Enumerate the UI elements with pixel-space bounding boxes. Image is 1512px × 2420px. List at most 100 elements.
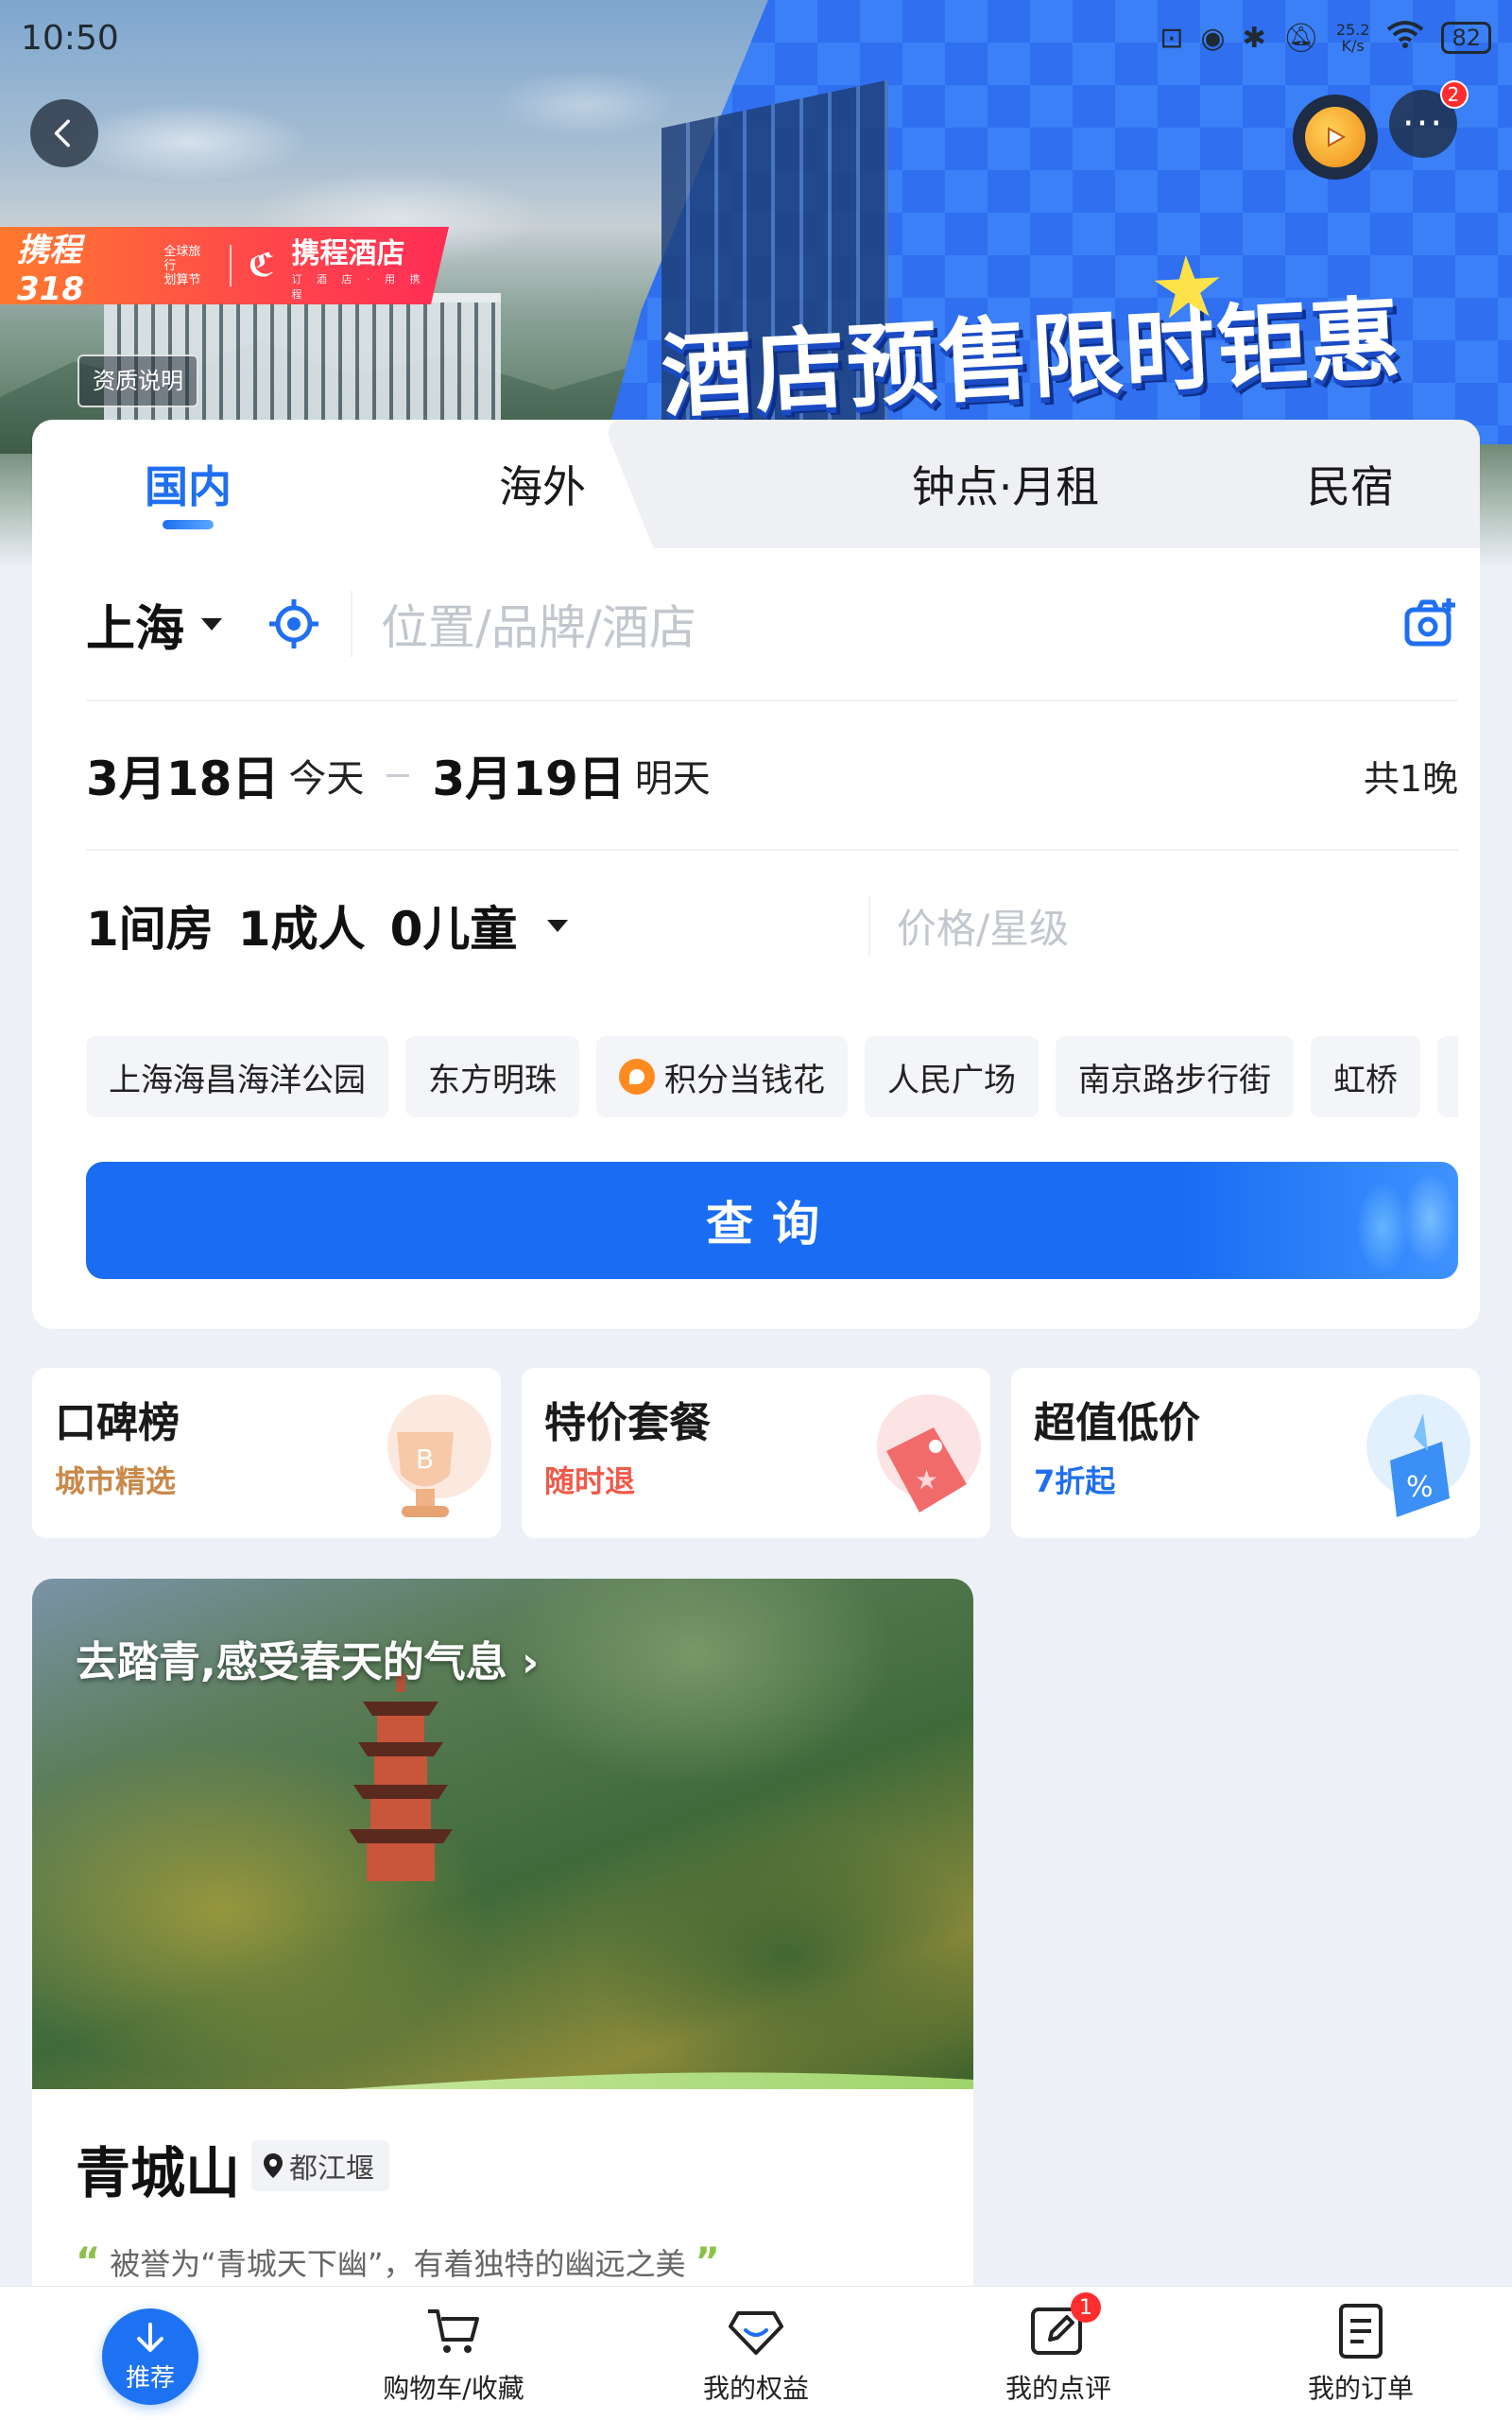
qualification-button[interactable]: 资质说明 [77,354,198,407]
search-button-decoration [1326,1162,1458,1279]
search-button[interactable]: 查询 [86,1162,1458,1279]
city-selector[interactable]: 上海 [86,589,223,660]
cast-icon: ⊡ [1160,21,1184,55]
camera-search-icon[interactable] [1403,596,1458,651]
search-button-label: 查询 [706,1197,838,1252]
nav-benefits[interactable]: 我的权益 [605,2287,907,2420]
nights-count: 共1晚 [1363,757,1458,800]
feature-card-reputation[interactable]: 口碑榜 城市精选 B [32,1368,501,1538]
chip-hongqiao[interactable]: 虹桥 [1311,1036,1420,1117]
status-time: 10:50 [21,18,119,58]
tab-hourly-monthly-label: 钟点·月租 [911,461,1100,512]
nav-cart-label: 购物车/收藏 [383,2373,524,2404]
date-row[interactable]: 3月18日 今天 3月19日 明天 共1晚 [86,701,1458,851]
feature-title: 特价套餐 [544,1399,711,1447]
chip-label: 南京路步行街 [1078,1061,1271,1099]
ctrip-logo-icon: ℭ [248,247,275,285]
more-menu-button[interactable]: ··· 2 [1389,80,1469,158]
battery-indicator: 82 [1441,22,1491,54]
review-icon-wrap: 1 [1029,2292,1101,2360]
city-keyword-row: 上海 位置/品牌/酒店 [86,548,1458,701]
status-icons: ⊡ ◉ ✱ 🔕︎ 25.2 K/s 82 [1160,20,1491,56]
rooms-count: 1间房 [86,902,214,957]
svg-text:★: ★ [915,1464,938,1495]
feature-subtitle: 7折起 [1034,1463,1116,1499]
tab-domestic[interactable]: 国内 [108,420,268,548]
tab-domestic-label: 国内 [145,461,232,512]
adults-count: 1成人 [237,902,366,957]
eye-icon: ◉ [1200,21,1226,55]
caret-down-icon [547,919,569,932]
brand-name: 携程酒店 [291,237,405,270]
net-speed: 25.2 K/s [1336,22,1370,54]
trophy-icon: B [387,1394,491,1517]
arrow-down-icon [137,2322,163,2352]
keyword-divider [351,591,353,657]
guest-price-row: 1间房 1成人 0儿童 价格/星级 [86,851,1458,1000]
campaign-sub-2: 划算节 [163,272,201,287]
tab-hourly-monthly[interactable]: 钟点·月租 [854,420,1157,548]
diamond-icon [729,2311,783,2355]
quick-filter-chips: 上海海昌海洋公园 东方明珠 积分当钱花 人民广场 南京路步行街 虹桥 [86,1036,1458,1117]
tab-overseas-label: 海外 [499,461,586,512]
chip-points-as-cash[interactable]: 积分当钱花 [596,1036,848,1117]
nav-orders-label: 我的订单 [1307,2373,1414,2404]
net-speed-value: 25.2 [1335,21,1370,39]
chip-more-partial[interactable] [1437,1036,1458,1117]
campaign-logo: 携程318 [17,231,84,308]
destination-theme-text: 去踏青,感受春天的气息 [76,1638,507,1686]
feature-card-package-deals[interactable]: 特价套餐 随时退 ★ [522,1368,990,1538]
more-dots-icon: ··· [1401,102,1445,146]
city-label: 上海 [86,600,185,658]
price-star-filter[interactable]: 价格/星级 [897,897,1069,955]
brand-name-group: 携程酒店 订 酒 店 · 用 携 程 [292,230,449,302]
tab-active-indicator [163,520,214,529]
destination-location-text: 都江堰 [289,2152,374,2186]
campaign-sub: 全球旅行 划算节 [163,245,212,287]
bottom-nav: 购物车/收藏 我的权益 1 我的点评 我的订单 [0,2286,1512,2420]
ribbon-divider [229,245,232,286]
tab-overseas[interactable]: 海外 [429,420,656,548]
tab-homestay[interactable]: 民宿 [1251,420,1450,548]
nav-orders[interactable]: 我的订单 [1210,2287,1512,2420]
promo-button[interactable] [1293,95,1378,180]
checkout-day: 明天 [634,757,711,801]
discount-icon: % [1366,1394,1470,1517]
nav-benefits-label: 我的权益 [702,2373,809,2404]
star-icon: ★ [1146,236,1230,340]
destination-quote-text: 被誉为“青城天下幽”，有着独特的幽远之美 [110,2246,686,2282]
destination-name: 青城山 [76,2141,241,2205]
mute-bell-icon: 🔕︎ [1282,21,1319,55]
chevron-right-icon: › [522,1638,540,1686]
guest-divider [868,896,870,957]
play-coin-icon [1305,107,1366,167]
checkin-date[interactable]: 3月18日 [86,741,279,809]
chip-peoples-square[interactable]: 人民广场 [865,1036,1039,1117]
nav-reviews[interactable]: 1 我的点评 [907,2287,1210,2420]
caret-down-icon [201,617,223,631]
feature-title: 口碑榜 [55,1399,180,1447]
order-list-icon [1339,2304,1383,2359]
feature-title: 超值低价 [1034,1399,1200,1447]
brand-ribbon: 携程318 全球旅行 划算节 ℭ 携程酒店 订 酒 店 · 用 携 程 [0,227,449,304]
feature-card-low-price[interactable]: 超值低价 7折起 % [1011,1368,1480,1538]
chip-oriental-pearl[interactable]: 东方明珠 [405,1036,579,1117]
search-tabs: 国内 海外 钟点·月租 民宿 [32,420,1480,548]
checkout-date[interactable]: 3月19日 [432,741,625,809]
guest-selector[interactable]: 1间房 1成人 0儿童 [86,891,593,959]
chip-haichang-ocean-park[interactable]: 上海海昌海洋公园 [86,1036,388,1117]
checkin-day: 今天 [288,757,365,801]
destination-theme[interactable]: 去踏青,感受春天的气息 › [76,1628,539,1688]
nav-cart-favorites[interactable]: 购物车/收藏 [302,2287,605,2420]
hero-headline-text: 酒店预售限时钜惠 [659,285,1405,431]
nav-recommend[interactable]: 推荐 [102,2308,198,2405]
reviews-badge: 1 [1071,2292,1101,2323]
locate-icon[interactable] [267,597,320,650]
back-button[interactable] [30,99,98,167]
pagoda-icon [349,1673,453,1881]
chip-nanjing-road[interactable]: 南京路步行街 [1056,1036,1294,1117]
chip-label: 东方明珠 [428,1061,557,1099]
bluetooth-icon: ✱ [1242,21,1266,55]
keyword-search-input[interactable]: 位置/品牌/酒店 [381,590,1403,658]
search-card: 国内 海外 钟点·月租 民宿 上海 位置/品牌/酒店 3月18日 今天 3月19… [32,420,1480,1329]
